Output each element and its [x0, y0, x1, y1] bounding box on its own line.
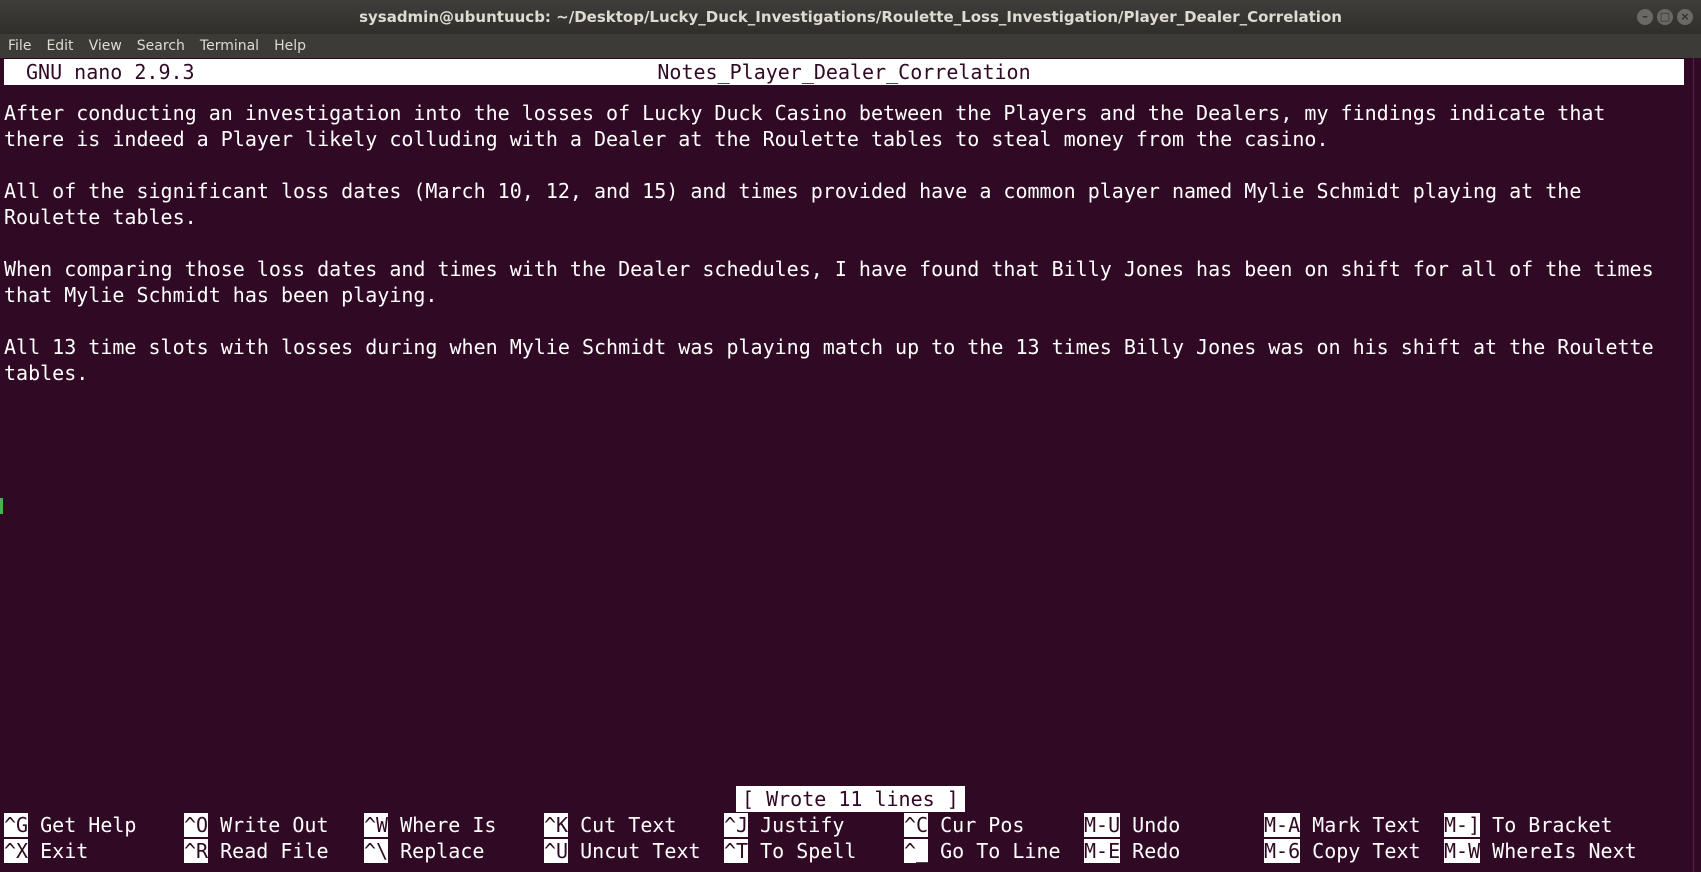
shortcut-key: ^W [364, 813, 389, 837]
menu-edit[interactable]: Edit [38, 38, 80, 54]
shortcut-item[interactable]: ^_ Go To Line [904, 838, 1061, 864]
editor-line[interactable]: After conducting an investigation into t… [4, 100, 1605, 126]
menu-help[interactable]: Help [266, 38, 313, 54]
editor-line[interactable]: When comparing those loss dates and time… [4, 256, 1654, 282]
shortcut-item[interactable]: M-A Mark Text [1264, 812, 1421, 838]
shortcut-item[interactable]: M-6 Copy Text [1264, 838, 1421, 864]
shortcut-label: WhereIs Next [1480, 839, 1637, 863]
shortcut-item[interactable]: M-W WhereIs Next [1444, 838, 1637, 864]
terminal-scrollbar[interactable] [1693, 58, 1701, 872]
nano-status-message: [ Wrote 11 lines ] [736, 786, 965, 812]
nano-header: GNU nano 2.9.3 Notes_Player_Dealer_Corre… [4, 59, 1684, 85]
shortcut-item[interactable]: ^W Where Is [364, 812, 496, 838]
shortcut-label: To Spell [748, 839, 857, 863]
minimize-icon[interactable]: – [1637, 9, 1653, 25]
shortcut-item[interactable]: ^U Uncut Text [544, 838, 701, 864]
menubar: File Edit View Search Terminal Help [0, 34, 1701, 58]
shortcut-key: M-U [1084, 813, 1121, 837]
editor-line[interactable]: there is indeed a Player likely colludin… [4, 126, 1329, 152]
shortcut-label: Write Out [208, 813, 329, 837]
shortcut-label: Read File [208, 839, 329, 863]
shortcut-item[interactable]: ^J Justify [724, 812, 844, 838]
shortcut-item[interactable]: ^C Cur Pos [904, 812, 1024, 838]
shortcut-item[interactable]: ^R Read File [184, 838, 329, 864]
terminal-area[interactable]: GNU nano 2.9.3 Notes_Player_Dealer_Corre… [0, 58, 1693, 872]
shortcut-item[interactable]: M-E Redo [1084, 838, 1180, 864]
shortcut-item[interactable]: ^G Get Help [4, 812, 136, 838]
shortcut-item[interactable]: M-U Undo [1084, 812, 1180, 838]
menu-terminal[interactable]: Terminal [192, 38, 266, 54]
maximize-icon[interactable]: □ [1657, 9, 1673, 25]
shortcut-label: Mark Text [1300, 813, 1421, 837]
nano-filename: Notes_Player_Dealer_Correlation [657, 60, 1031, 84]
editor-line[interactable]: All of the significant loss dates (March… [4, 178, 1581, 204]
shortcut-item[interactable]: ^O Write Out [184, 812, 329, 838]
shortcut-label: To Bracket [1480, 813, 1613, 837]
close-icon[interactable]: × [1677, 9, 1693, 25]
shortcut-label: Where Is [388, 813, 497, 837]
editor-line[interactable]: tables. [4, 360, 88, 386]
window-titlebar: sysadmin@ubuntuucb: ~/Desktop/Lucky_Duck… [0, 0, 1701, 34]
shortcut-item[interactable]: ^T To Spell [724, 838, 856, 864]
shortcut-key: M-W [1444, 839, 1481, 863]
menu-file[interactable]: File [0, 38, 38, 54]
editor-line[interactable]: All 13 time slots with losses during whe… [4, 334, 1654, 360]
shortcut-label: Uncut Text [568, 839, 701, 863]
shortcut-key: M-] [1444, 813, 1481, 837]
shortcut-key: ^G [4, 813, 29, 837]
shortcut-key: ^U [544, 839, 569, 863]
shortcut-key: ^T [724, 839, 749, 863]
shortcut-key: ^K [544, 813, 569, 837]
shortcut-label: Exit [28, 839, 89, 863]
shortcut-label: Cut Text [568, 813, 677, 837]
shortcut-item[interactable]: ^X Exit [4, 838, 88, 864]
shortcut-key: M-E [1084, 839, 1121, 863]
shortcut-item[interactable]: ^\ Replace [364, 838, 484, 864]
shortcut-key: M-A [1264, 813, 1301, 837]
shortcut-label: Copy Text [1300, 839, 1421, 863]
shortcut-item[interactable]: M-] To Bracket [1444, 812, 1613, 838]
shortcut-label: Redo [1120, 839, 1181, 863]
shortcut-key: ^_ [904, 839, 929, 863]
terminal-edge-marker [0, 498, 3, 514]
shortcut-item[interactable]: ^K Cut Text [544, 812, 676, 838]
menu-search[interactable]: Search [129, 38, 192, 54]
shortcut-key: ^X [4, 839, 29, 863]
shortcut-key: ^J [724, 813, 749, 837]
shortcut-label: Cur Pos [928, 813, 1025, 837]
shortcut-key: ^R [184, 839, 209, 863]
window-title: sysadmin@ubuntuucb: ~/Desktop/Lucky_Duck… [359, 8, 1342, 26]
shortcut-label: Undo [1120, 813, 1181, 837]
shortcut-key: M-6 [1264, 839, 1301, 863]
editor-line[interactable]: that Mylie Schmidt has been playing. [4, 282, 437, 308]
shortcut-label: Get Help [28, 813, 137, 837]
menu-view[interactable]: View [81, 38, 129, 54]
shortcut-key: ^\ [364, 839, 389, 863]
shortcut-key: ^O [184, 813, 209, 837]
shortcut-key: ^C [904, 813, 929, 837]
window-controls: – □ × [1637, 9, 1693, 25]
editor-line[interactable]: Roulette tables. [4, 204, 197, 230]
shortcut-label: Replace [388, 839, 485, 863]
shortcut-label: Justify [748, 813, 845, 837]
shortcut-label: Go To Line [928, 839, 1061, 863]
